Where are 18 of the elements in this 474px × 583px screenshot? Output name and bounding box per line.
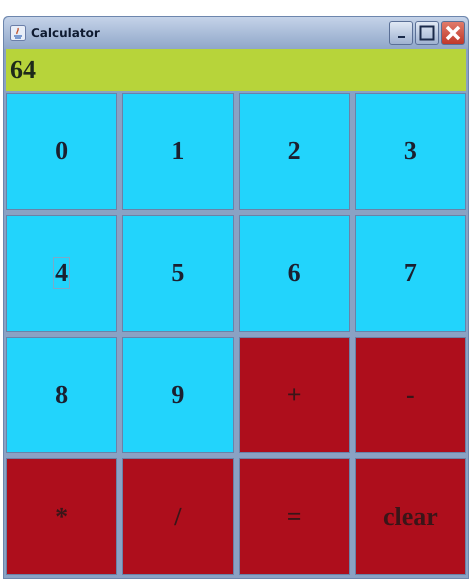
window-title: Calculator (31, 26, 101, 40)
digit-key[interactable]: 9 (122, 336, 234, 454)
digit-key[interactable]: 6 (238, 214, 350, 332)
digit-key[interactable]: 7 (354, 214, 466, 332)
digit-key[interactable]: 4 (6, 214, 118, 332)
maximize-button[interactable] (415, 21, 439, 45)
display-value: 64 (10, 55, 36, 85)
digit-key[interactable]: 3 (354, 93, 466, 210)
digit-key[interactable]: 8 (6, 336, 118, 454)
minimize-button[interactable] (389, 21, 413, 45)
close-button[interactable] (441, 21, 465, 45)
digit-key[interactable]: 5 (122, 214, 234, 332)
digit-key[interactable]: 1 (122, 93, 234, 210)
minimize-icon (398, 36, 404, 38)
close-icon (444, 24, 462, 42)
digit-key[interactable]: 2 (238, 93, 350, 210)
maximize-icon (419, 25, 435, 41)
digit-key[interactable]: 0 (6, 93, 118, 210)
